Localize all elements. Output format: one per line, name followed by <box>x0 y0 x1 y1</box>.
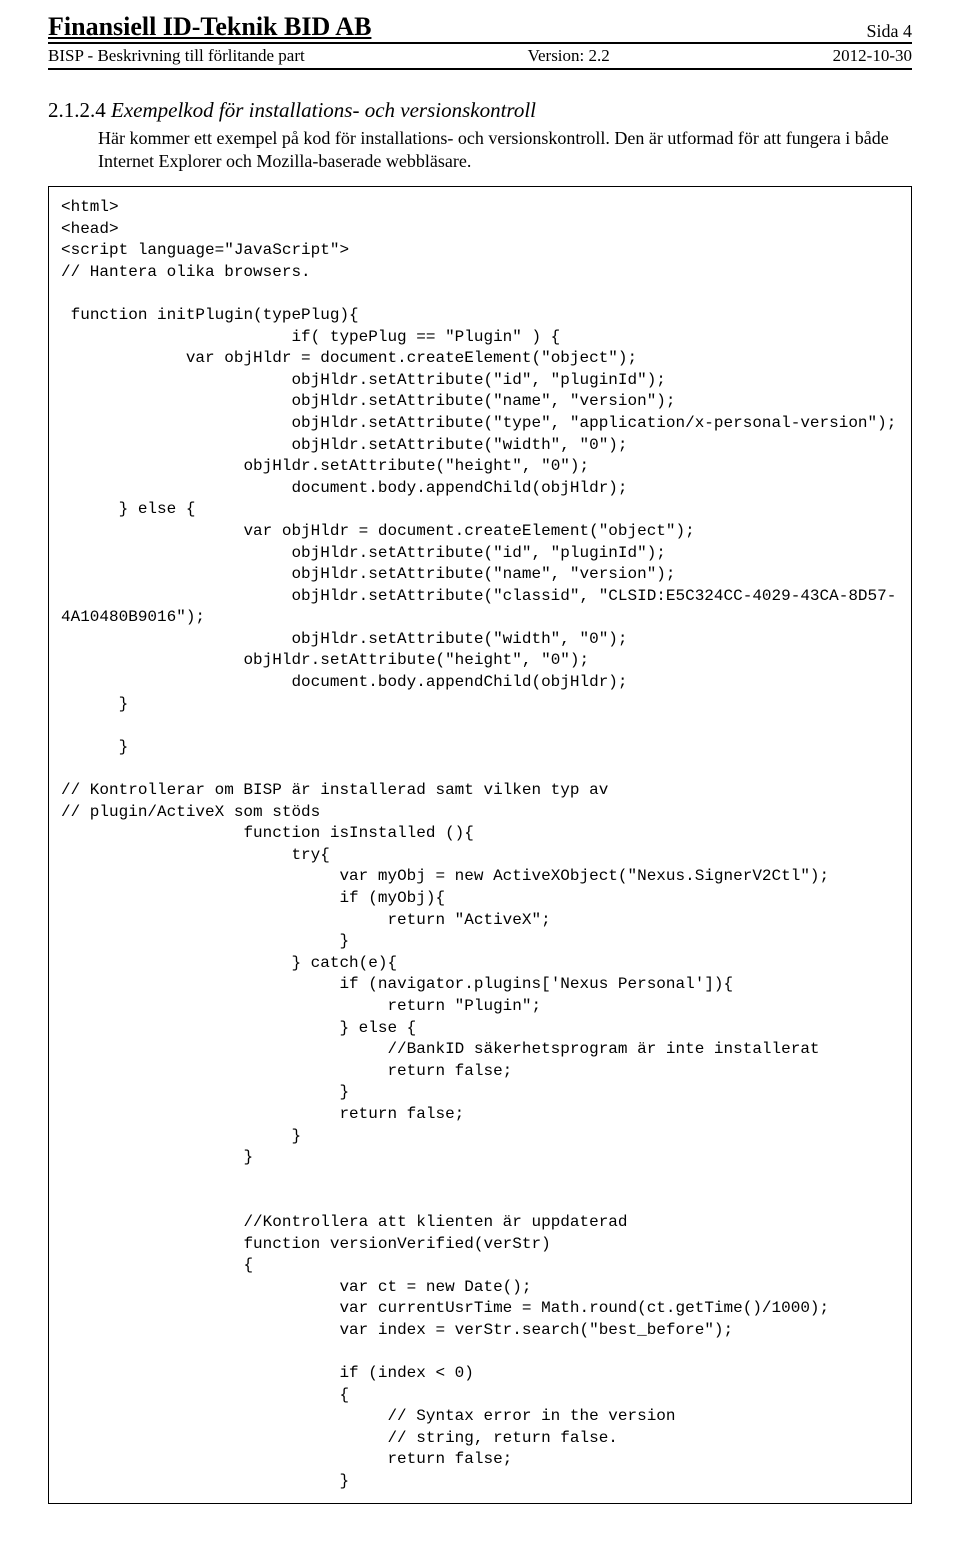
section-paragraph: Här kommer ett exempel på kod för instal… <box>98 127 912 172</box>
section-title: Exempelkod för installations- och versio… <box>111 98 536 122</box>
version-label: Version: 2.2 <box>528 46 610 66</box>
doc-date: 2012-10-30 <box>833 46 912 66</box>
company-title: Finansiell ID-Teknik BID AB <box>48 12 371 42</box>
section-number: 2.1.2.4 <box>48 98 106 122</box>
header-top: Finansiell ID-Teknik BID AB Sida 4 <box>48 0 912 44</box>
section-heading: 2.1.2.4 Exempelkod för installations- oc… <box>48 98 912 123</box>
page-number: Sida 4 <box>866 21 912 42</box>
doc-title: BISP - Beskrivning till förlitande part <box>48 46 305 66</box>
code-listing: <html> <head> <script language="JavaScri… <box>48 186 912 1504</box>
header-sub: BISP - Beskrivning till förlitande part … <box>48 44 912 70</box>
